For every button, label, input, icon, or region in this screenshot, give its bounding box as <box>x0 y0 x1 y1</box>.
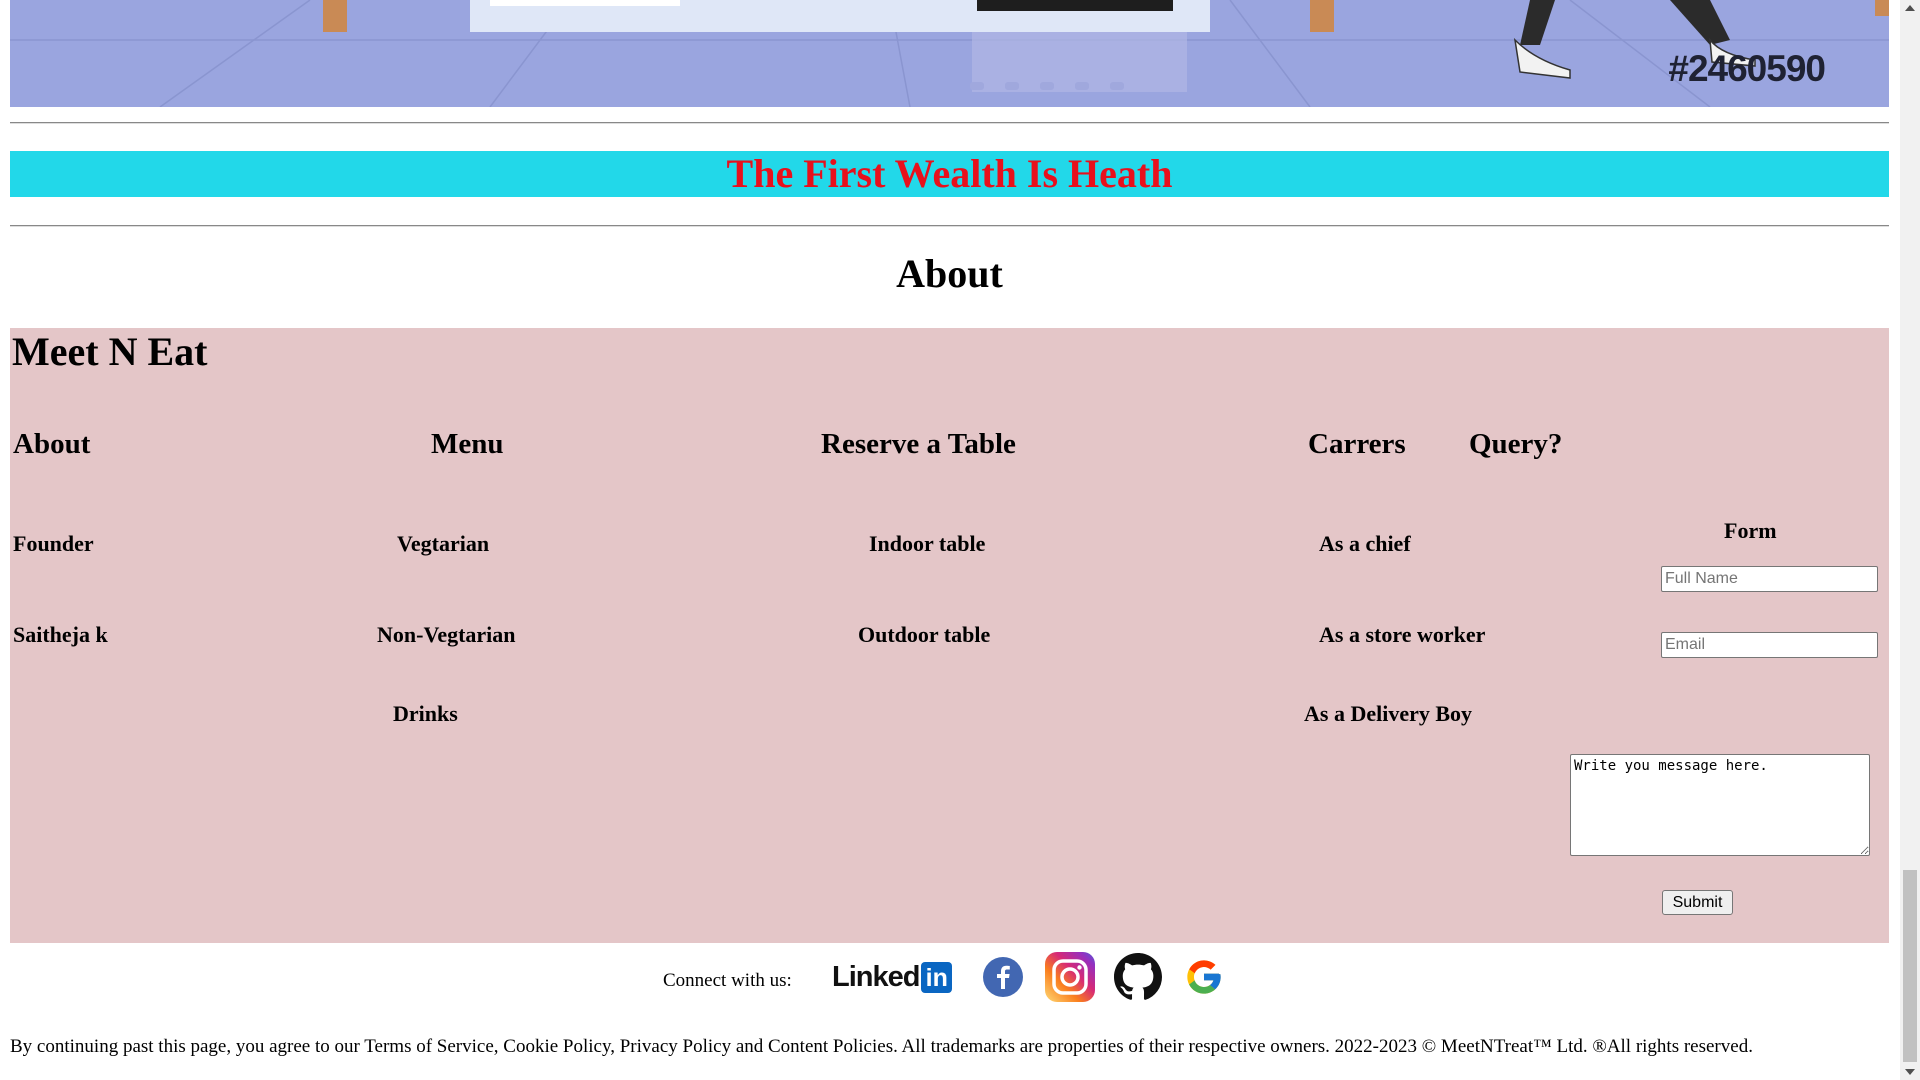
careers-chief-link[interactable]: As a chief <box>1319 531 1411 557</box>
divider <box>10 225 1889 227</box>
banner-text: The First Wealth Is Heath <box>726 151 1173 196</box>
email-input[interactable] <box>1661 632 1878 658</box>
careers-store-worker-link[interactable]: As a store worker <box>1319 622 1485 648</box>
brand-name: Meet N Eat <box>12 329 208 374</box>
menu-drinks-link[interactable]: Drinks <box>393 701 458 727</box>
legal-notice: By continuing past this page, you agree … <box>10 1036 1753 1057</box>
message-textarea[interactable]: Write you message here. <box>1570 754 1870 856</box>
linkedin-wordmark: Linked <box>832 960 920 993</box>
scroll-down-arrow-icon[interactable] <box>1905 1069 1915 1075</box>
submit-button[interactable]: Submit <box>1662 890 1733 915</box>
footer-panel: Meet N Eat About Menu Reserve a Table Ca… <box>10 328 1889 943</box>
hero-id-tag: #2460590 <box>1668 48 1826 89</box>
full-name-input[interactable] <box>1661 566 1878 592</box>
form-title: Form <box>1724 518 1777 543</box>
connect-label: Connect with us: <box>663 970 792 991</box>
column-heading-query: Query? <box>1469 428 1563 460</box>
reserve-indoor-link[interactable]: Indoor table <box>869 531 985 557</box>
linkedin-icon[interactable]: Linked in <box>832 952 952 1002</box>
page-scrollbar[interactable] <box>1900 0 1920 1080</box>
google-icon[interactable] <box>1184 957 1224 997</box>
hero-illustration: #2460590 <box>10 0 1889 107</box>
facebook-icon[interactable] <box>982 956 1024 998</box>
linkedin-badge: in <box>921 961 952 993</box>
column-heading-about: About <box>13 428 91 460</box>
menu-non-vegetarian-link[interactable]: Non-Vegtarian <box>377 622 516 648</box>
scrollbar-thumb[interactable] <box>1903 870 1917 1062</box>
instagram-icon[interactable] <box>1044 951 1096 1003</box>
column-heading-careers: Carrers <box>1308 428 1406 460</box>
about-heading: About <box>896 251 1003 296</box>
scroll-up-arrow-icon[interactable] <box>1905 5 1915 11</box>
careers-delivery-boy-link[interactable]: As a Delivery Boy <box>1304 701 1472 727</box>
divider <box>10 122 1889 124</box>
github-icon[interactable] <box>1114 953 1162 1001</box>
about-founder-link[interactable]: Founder <box>13 531 94 557</box>
column-heading-menu: Menu <box>431 428 504 460</box>
reserve-outdoor-link[interactable]: Outdoor table <box>858 622 990 648</box>
menu-vegetarian-link[interactable]: Vegtarian <box>397 531 489 557</box>
column-heading-reserve: Reserve a Table <box>821 428 1016 460</box>
kitchen-illustration <box>10 0 1889 107</box>
health-banner: The First Wealth Is Heath <box>10 151 1889 197</box>
about-founder-name[interactable]: Saitheja k <box>13 622 108 648</box>
